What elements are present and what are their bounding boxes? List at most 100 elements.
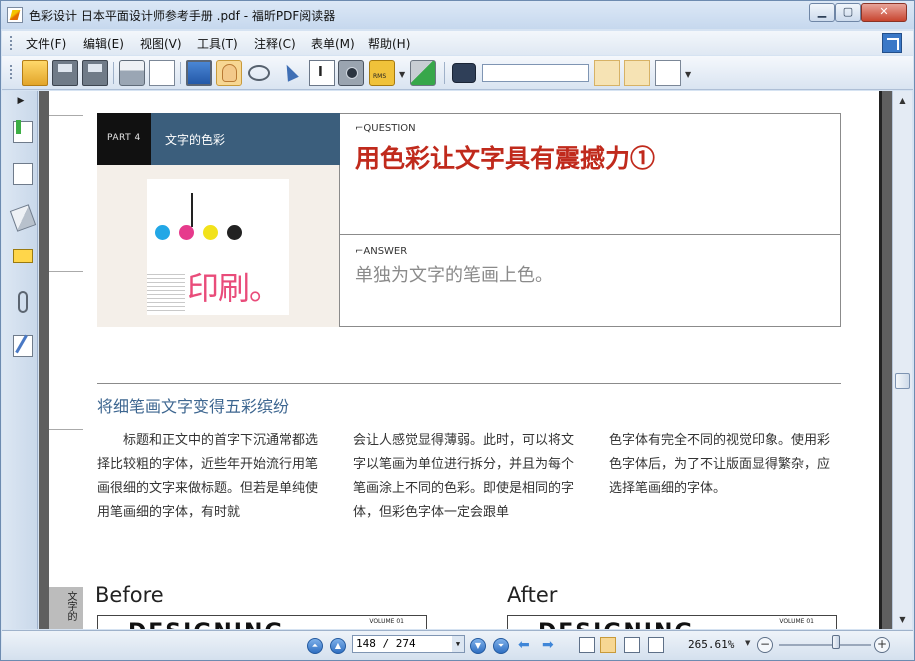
pages-icon[interactable] [13,163,33,185]
pdf-page: PART 4 文字的色彩 印刷。 ⌐QUESTION 用色彩让文字具有震撼力① … [49,91,882,629]
sign-icon[interactable] [410,60,436,86]
rms-label: RMS [373,73,387,80]
comments-icon[interactable] [13,249,33,263]
window-title: 色彩设计 日本平面设计师参考手册 .pdf - 福昕PDF阅读器 [29,9,336,23]
next-page-icon[interactable]: ▼ [470,638,486,654]
menu-comments[interactable]: 注释(C) [254,35,296,52]
vertical-scrollbar[interactable]: ▲ ▼ [892,91,912,629]
menu-view[interactable]: 视图(V) [140,35,182,52]
section-title: 将细笔画文字变得五彩缤纷 [97,397,290,416]
resize-corner-icon[interactable] [882,33,902,53]
zoom-in-icon[interactable]: + [874,637,890,653]
question-title: 用色彩让文字具有震撼力① [355,144,656,173]
zoom-out-icon[interactable]: − [757,637,773,653]
page-dropdown-icon[interactable]: ▼ [452,636,464,652]
facing-view-icon[interactable] [624,637,640,653]
hero-illustration: PART 4 文字的色彩 印刷。 [97,113,340,327]
toolbar-separator [444,62,445,84]
magenta-dot [179,225,194,240]
hero-artwork: 印刷。 [147,179,289,315]
menu-tools[interactable]: 工具(T) [197,35,238,52]
before-label: Before [95,583,164,607]
after-label: After [507,583,558,607]
find-next-icon[interactable] [624,60,650,86]
single-page-view-icon[interactable] [579,637,595,653]
menu-help[interactable]: 帮助(H) [368,35,410,52]
search-input[interactable] [482,64,589,82]
margin-rule [49,115,83,116]
sample-logo: DESIGNING [538,620,694,629]
side-tab-label: 文字的 [65,591,76,621]
hand-tool-button[interactable] [216,60,242,86]
menu-grip-icon [10,36,13,50]
bookmark-icon[interactable] [13,120,33,143]
close-button[interactable]: ✕ [861,3,907,22]
continuous-facing-view-icon[interactable] [648,637,664,653]
hero-print-text: 印刷。 [187,269,281,307]
hero-fine-print [147,271,185,311]
toolbar-separator [180,62,181,84]
app-window: 色彩设计 日本平面设计师参考手册 .pdf - 福昕PDF阅读器 ▁ ▢ ✕ 文… [0,0,915,661]
go-back-icon[interactable]: ⬅ [518,638,536,652]
scan-icon[interactable] [149,60,175,86]
open-folder-icon[interactable] [22,60,48,86]
menu-file[interactable]: 文件(F) [26,35,66,52]
page-number-value: 148 / 274 [356,637,416,650]
chapter-side-tab: 文字的 [49,587,83,629]
scroll-up-icon[interactable]: ▲ [895,93,910,108]
answer-text: 单独为文字的笔画上色。 [355,265,553,286]
select-arrow-icon[interactable] [281,62,299,82]
sample-logo: DESIGNING [128,620,284,629]
prev-page-icon[interactable]: ▲ [330,638,346,654]
after-sample: DESIGNING VOLUME 01 [507,615,837,629]
zoom-dropdown-icon[interactable]: ▼ [745,639,750,647]
before-sample: DESIGNING VOLUME 01 [97,615,427,629]
go-forward-icon[interactable]: ➡ [542,638,560,652]
text-select-icon[interactable] [309,60,335,86]
toolbar-separator [113,62,114,84]
highlight-icon[interactable] [655,60,681,86]
last-page-icon[interactable]: ⏷ [493,638,509,654]
menu-edit[interactable]: 编辑(E) [83,35,124,52]
first-page-icon[interactable]: ⏶ [307,638,323,654]
title-bar[interactable]: 色彩设计 日本平面设计师参考手册 .pdf - 福昕PDF阅读器 ▁ ▢ ✕ [1,1,914,29]
toolbar-grip-icon [10,65,13,79]
find-binoculars-icon[interactable] [452,63,476,83]
part-label: PART 4 [107,133,141,143]
find-prev-icon[interactable] [594,60,620,86]
scroll-thumb[interactable] [895,373,910,389]
body-paragraph: 标题和正文中的首字下沉通常都选择比较粗的字体，近些年开始流行用笔画很细的文字来做… [97,433,319,520]
zoom-slider-track[interactable] [779,644,871,646]
part-title: 文字的色彩 [165,133,226,147]
layers-icon[interactable] [9,204,37,232]
rms-dropdown-icon[interactable]: ▼ [399,70,405,79]
highlight-dropdown-icon[interactable]: ▼ [685,70,691,79]
signatures-icon[interactable] [13,335,33,357]
menu-forms[interactable]: 表单(M) [311,35,355,52]
fullscreen-icon[interactable] [186,60,212,86]
menu-bar: 文件(F) 编辑(E) 视图(V) 工具(T) 注释(C) 表单(M) 帮助(H… [2,31,913,55]
save-icon[interactable] [52,60,78,86]
print-icon[interactable] [119,60,145,86]
zoom-glass-icon[interactable] [248,65,270,81]
attachments-icon[interactable] [18,291,28,313]
hand-tool-icon [222,64,237,82]
zoom-level-readout[interactable]: 265.61% [688,638,734,651]
question-label: ⌐QUESTION [355,123,416,134]
save-as-icon[interactable] [82,60,108,86]
body-paragraph: 色字体有完全不同的视觉印象。使用彩色字体后，为了不让版面显得繁杂，应选择笔画细的… [609,433,831,496]
answer-label: ⌐ANSWER [355,246,408,257]
rms-lock-icon[interactable]: RMS [369,60,395,86]
scroll-down-icon[interactable]: ▼ [895,612,910,627]
status-bar: ⏶ ▲ 148 / 274 ▼ ▼ ⏷ ⬅ ➡ 265.61% ▼ − + [2,630,913,660]
maximize-button[interactable]: ▢ [835,3,861,22]
continuous-view-icon[interactable] [600,637,616,653]
page-number-input[interactable]: 148 / 274 ▼ [352,635,465,653]
document-viewport[interactable]: PART 4 文字的色彩 印刷。 ⌐QUESTION 用色彩让文字具有震撼力① … [39,91,892,629]
snapshot-camera-icon[interactable] [338,60,364,86]
navigation-panel: ▶ [2,91,38,629]
black-dot [227,225,242,240]
zoom-slider-thumb[interactable] [832,635,841,649]
minimize-button[interactable]: ▁ [809,3,835,22]
panel-toggle-icon[interactable]: ▶ [10,91,32,111]
